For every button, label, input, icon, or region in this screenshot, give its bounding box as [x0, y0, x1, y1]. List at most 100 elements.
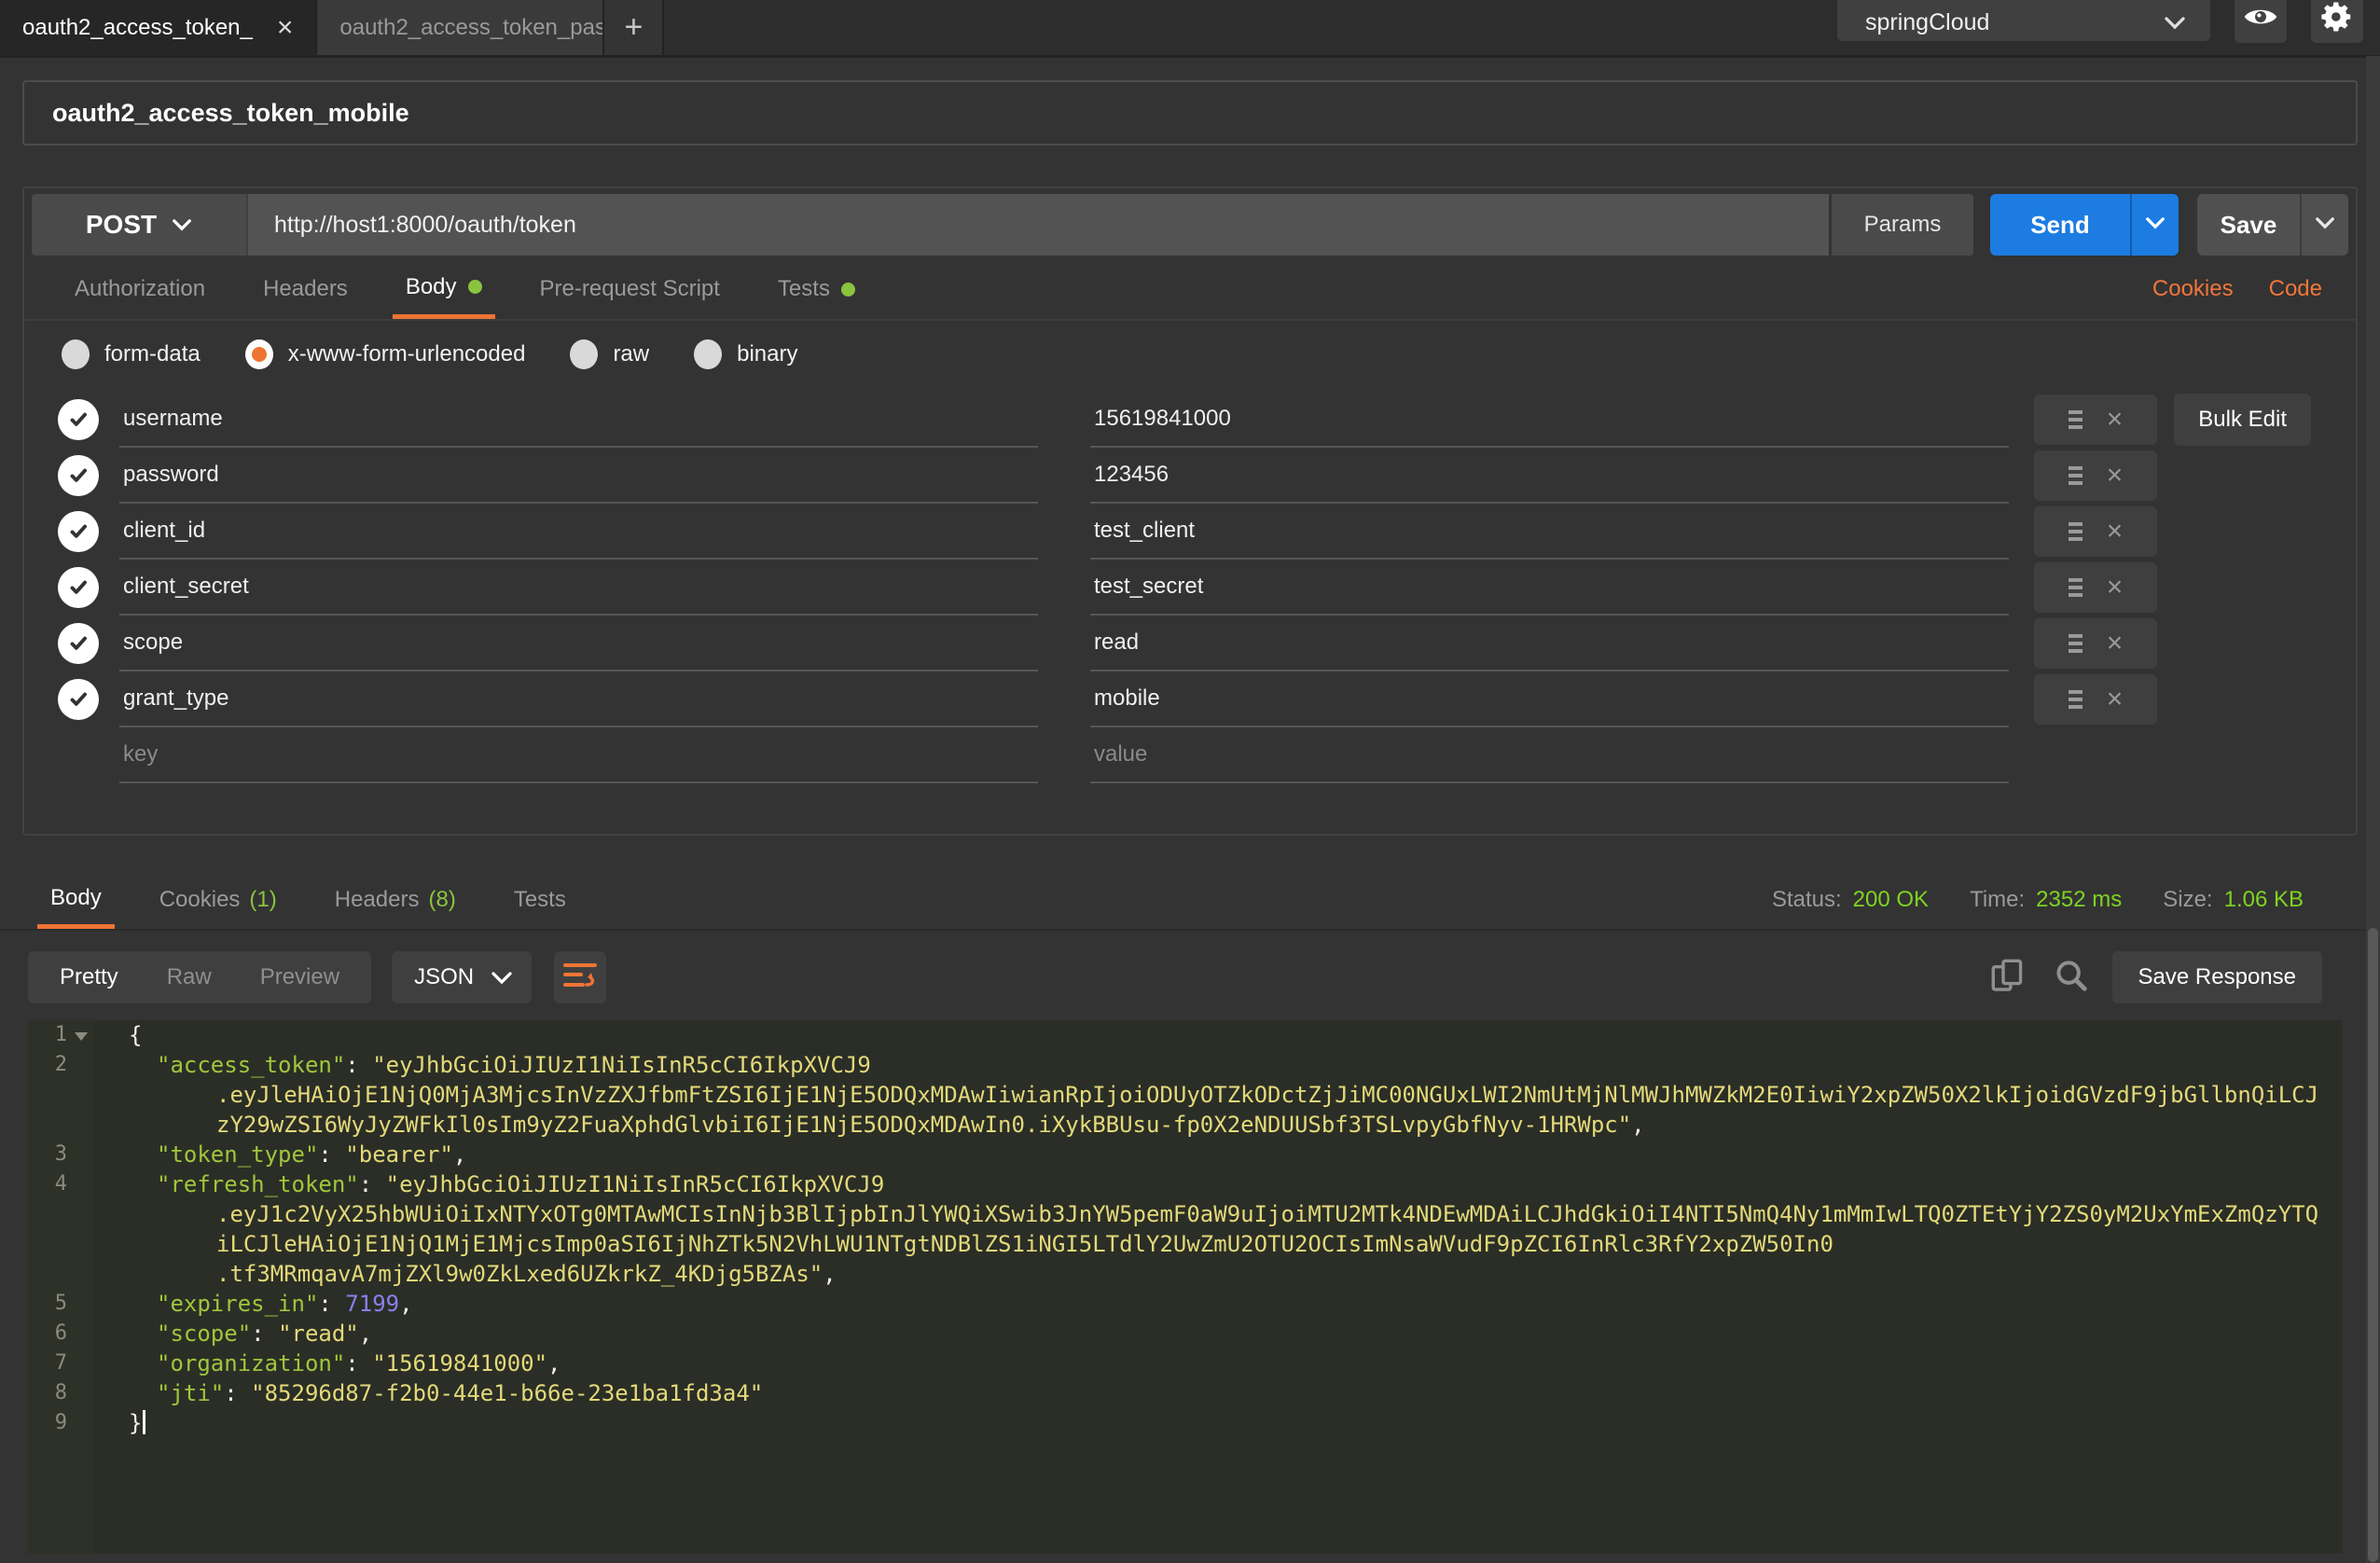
drag-handle-icon[interactable]	[2069, 578, 2082, 597]
drag-handle-icon[interactable]	[2069, 410, 2082, 429]
key-field[interactable]: username	[119, 392, 1038, 448]
value-field[interactable]: 123456	[1090, 448, 2009, 504]
value-field[interactable]: 15619841000	[1090, 392, 2009, 448]
row-enabled-checkbox[interactable]	[58, 511, 99, 552]
response-tab-body[interactable]: Body	[37, 871, 115, 929]
key-field[interactable]: key	[119, 727, 1038, 783]
radio-icon[interactable]	[62, 339, 90, 369]
body-mode-binary[interactable]: binary	[694, 339, 797, 369]
view-mode-raw[interactable]: Raw	[143, 964, 236, 990]
tab-count-badge: (1)	[249, 887, 276, 913]
row-enabled-checkbox[interactable]	[58, 567, 99, 608]
drag-handle-icon[interactable]	[2069, 634, 2082, 653]
radio-icon[interactable]	[570, 339, 598, 369]
response-tab-cookies[interactable]: Cookies(1)	[146, 871, 290, 929]
value-value: test_secret	[1094, 574, 1203, 600]
send-button[interactable]: Send	[1990, 194, 2130, 256]
radio-icon[interactable]	[694, 339, 722, 369]
key-value: password	[123, 462, 219, 488]
delete-row-icon[interactable]: ×	[2107, 685, 2124, 713]
request-tab-inactive[interactable]: oauth2_access_token_passw	[317, 0, 604, 55]
close-icon[interactable]: ×	[277, 14, 294, 42]
delete-row-icon[interactable]: ×	[2107, 406, 2124, 434]
response-body-viewer[interactable]: 123456789 {"access_token": "eyJhbGciOiJI…	[28, 1020, 2343, 1554]
vertical-scrollbar[interactable]	[2366, 56, 2380, 1563]
body-mode-row: form-data x-www-form-urlencoded raw binary	[24, 325, 2356, 384]
row-enabled-checkbox[interactable]	[58, 399, 99, 440]
save-button[interactable]: Save	[2197, 194, 2300, 256]
code-line: zY29wZSI6WyJyZWFkIl0sIm9yZ2FuaXphdGlvbiI…	[93, 1110, 2343, 1140]
delete-row-icon[interactable]: ×	[2107, 518, 2124, 546]
code-line: }	[93, 1408, 2343, 1438]
method-selector[interactable]: POST	[32, 194, 246, 256]
chevron-down-icon	[2315, 216, 2335, 234]
response-tab-tests[interactable]: Tests	[501, 871, 579, 929]
line-number: 9	[28, 1408, 93, 1438]
row-actions: ×	[2034, 618, 2157, 669]
tab-headers[interactable]: Headers	[250, 259, 361, 319]
response-tab-label: Body	[50, 885, 102, 911]
cookies-link[interactable]: Cookies	[2152, 259, 2234, 319]
view-mode-preview[interactable]: Preview	[236, 964, 364, 990]
bulk-edit-button[interactable]: Bulk Edit	[2174, 394, 2311, 446]
environment-quick-look-button[interactable]	[2235, 0, 2287, 43]
body-mode-label: binary	[737, 341, 797, 367]
format-selector[interactable]: JSON	[392, 951, 532, 1003]
fold-caret-icon[interactable]	[75, 1032, 88, 1041]
table-row: client_secret test_secret ×	[24, 560, 2356, 616]
radio-icon[interactable]	[245, 339, 273, 369]
request-tab-active[interactable]: oauth2_access_token_ ×	[0, 0, 317, 55]
delete-row-icon[interactable]: ×	[2107, 574, 2124, 602]
send-button-group: Send	[1990, 194, 2179, 256]
request-title-box: oauth2_access_token_mobile	[22, 80, 2358, 145]
code-token: .eyJ1c2VyX25hbWUiOiIxNTYxOTg0MTAwMCIsInN…	[216, 1201, 2318, 1227]
save-options-button[interactable]	[2300, 194, 2348, 256]
code-token: zY29wZSI6WyJyZWFkIl0sIm9yZ2FuaXphdGlvbiI…	[216, 1112, 1631, 1138]
word-wrap-button[interactable]	[554, 951, 606, 1003]
settings-button[interactable]	[2311, 0, 2363, 43]
row-enabled-checkbox[interactable]	[58, 455, 99, 496]
save-response-button[interactable]: Save Response	[2112, 951, 2322, 1003]
url-input[interactable]: http://host1:8000/oauth/token	[246, 194, 1829, 256]
body-mode-x-www-form-urlencoded[interactable]: x-www-form-urlencoded	[245, 339, 526, 369]
key-field[interactable]: grant_type	[119, 671, 1038, 727]
drag-handle-icon[interactable]	[2069, 690, 2082, 709]
value-field[interactable]: value	[1090, 727, 2009, 783]
tab-tests[interactable]: Tests	[765, 259, 868, 319]
row-enabled-checkbox[interactable]	[58, 623, 99, 664]
code-token: :	[224, 1380, 251, 1406]
key-field[interactable]: password	[119, 448, 1038, 504]
delete-row-icon[interactable]: ×	[2107, 462, 2124, 490]
body-mode-form-data[interactable]: form-data	[62, 339, 201, 369]
method-label: POST	[86, 210, 157, 240]
response-tab-headers[interactable]: Headers(8)	[322, 871, 469, 929]
send-options-button[interactable]	[2130, 194, 2179, 256]
environment-selector[interactable]: springCloud	[1837, 0, 2210, 41]
response-json-code: {"access_token": "eyJhbGciOiJIUzI1NiIsIn…	[93, 1020, 2343, 1554]
tab-body[interactable]: Body	[393, 259, 495, 319]
new-tab-button[interactable]: +	[604, 0, 664, 55]
code-line: "jti": "85296d87-f2b0-44e1-b66e-23e1ba1f…	[93, 1378, 2343, 1408]
status-label: Status:	[1772, 887, 1842, 913]
value-field[interactable]: read	[1090, 616, 2009, 671]
key-field[interactable]: scope	[119, 616, 1038, 671]
body-mode-raw[interactable]: raw	[570, 339, 649, 369]
tab-pre-request-script[interactable]: Pre-request Script	[527, 259, 733, 319]
drag-handle-icon[interactable]	[2069, 466, 2082, 485]
scrollbar-thumb[interactable]	[2368, 928, 2378, 1562]
code-link[interactable]: Code	[2269, 259, 2322, 319]
row-enabled-checkbox[interactable]	[58, 679, 99, 720]
value-field[interactable]: test_client	[1090, 504, 2009, 560]
value-field[interactable]: test_secret	[1090, 560, 2009, 616]
key-field[interactable]: client_secret	[119, 560, 1038, 616]
key-value: username	[123, 406, 223, 432]
copy-response-button[interactable]	[1989, 957, 2027, 999]
value-field[interactable]: mobile	[1090, 671, 2009, 727]
view-mode-pretty[interactable]: Pretty	[35, 964, 143, 990]
tab-authorization[interactable]: Authorization	[62, 259, 218, 319]
drag-handle-icon[interactable]	[2069, 522, 2082, 541]
delete-row-icon[interactable]: ×	[2107, 629, 2124, 657]
params-button[interactable]: Params	[1832, 194, 1973, 256]
key-field[interactable]: client_id	[119, 504, 1038, 560]
search-response-button[interactable]	[2053, 957, 2090, 999]
